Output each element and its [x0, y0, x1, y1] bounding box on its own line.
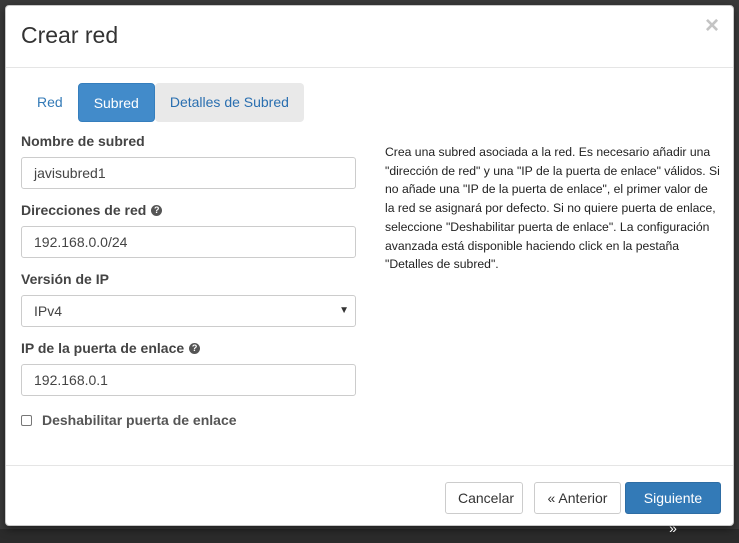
tab-red[interactable]: Red — [22, 83, 78, 122]
subnet-name-label: Nombre de subred — [21, 133, 357, 149]
network-address-input[interactable]: 192.168.0.0/24 — [21, 226, 356, 258]
tab-detalles-subred[interactable]: Detalles de Subred — [154, 83, 304, 122]
ip-version-select[interactable]: IPv4 ▼ — [21, 295, 356, 327]
network-address-label: Direcciones de red ? — [21, 202, 357, 218]
tab-subred[interactable]: Subred — [77, 83, 155, 122]
subnet-name-input[interactable]: javisubred1 — [21, 157, 356, 189]
gateway-ip-label: IP de la puerta de enlace ? — [21, 340, 357, 356]
modal-footer: Cancelar « Anterior Siguiente » — [6, 465, 733, 536]
modal-header: Crear red × — [6, 6, 733, 68]
gateway-ip-label-text: IP de la puerta de enlace — [21, 340, 185, 356]
subnet-name-label-text: Nombre de subred — [21, 133, 145, 149]
cancel-button[interactable]: Cancelar — [445, 482, 523, 514]
modal-title: Crear red — [21, 22, 119, 48]
subnet-help-text: Crea una subred asociada a la red. Es ne… — [385, 145, 720, 272]
chevron-down-icon: ▼ — [339, 305, 349, 316]
back-button[interactable]: « Anterior — [534, 482, 621, 514]
gateway-ip-input[interactable]: 192.168.0.1 — [21, 364, 356, 396]
close-icon[interactable]: × — [705, 14, 719, 38]
question-circle-icon[interactable]: ? — [151, 204, 163, 216]
disable-gateway-row: Deshabilitar puerta de enlace — [21, 412, 357, 428]
question-circle-icon[interactable]: ? — [189, 342, 201, 354]
ip-version-label-text: Versión de IP — [21, 271, 109, 287]
network-address-label-text: Direcciones de red — [21, 202, 147, 218]
next-button[interactable]: Siguiente » — [625, 482, 721, 536]
ip-version-selected-value: IPv4 — [34, 303, 63, 319]
disable-gateway-label: Deshabilitar puerta de enlace — [42, 412, 237, 428]
create-network-modal: Crear red × Red Subred Detalles de Subre… — [5, 5, 734, 536]
subnet-form: Nombre de subred javisubred1 Direcciones… — [21, 133, 357, 428]
ip-version-label: Versión de IP — [21, 271, 357, 287]
wizard-tabs: Red Subred Detalles de Subred — [22, 83, 304, 122]
disable-gateway-checkbox[interactable] — [21, 414, 32, 426]
